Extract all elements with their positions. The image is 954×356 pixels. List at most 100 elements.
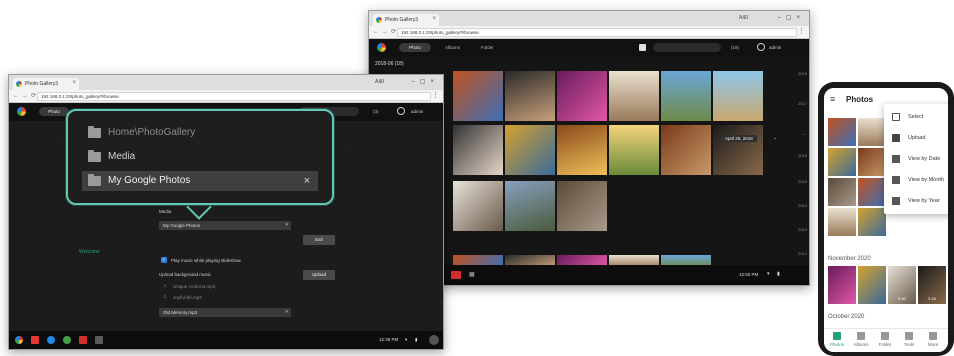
music-file-item[interactable]: Unique HAB.m4.mp3: [173, 284, 215, 289]
photo-thumbnail[interactable]: [609, 71, 659, 121]
nav-albums[interactable]: Albums: [850, 332, 872, 347]
search-input[interactable]: [653, 43, 721, 52]
photo-thumbnail[interactable]: [505, 71, 555, 121]
year-label[interactable]: 2017: [798, 101, 807, 106]
window-controls-icon[interactable]: –▢×: [777, 14, 805, 21]
photo-thumbnail[interactable]: [505, 125, 555, 175]
docs-icon[interactable]: [47, 336, 55, 344]
close-tab-icon[interactable]: ×: [432, 16, 436, 22]
date-header: 2018-06 (18): [375, 61, 404, 67]
year-label[interactable]: 2012: [798, 251, 807, 256]
drive-icon[interactable]: [63, 336, 71, 344]
chrome-icon[interactable]: [15, 336, 23, 344]
photo-thumbnail[interactable]: [557, 125, 607, 175]
music-select[interactable]: Old Memory.mp3 ▾: [159, 308, 291, 317]
grid-icon[interactable]: ▦: [469, 271, 475, 278]
nav-photo-tab[interactable]: Photo: [399, 43, 431, 52]
folder-icon: [881, 332, 889, 340]
more-icon: [929, 332, 937, 340]
photo-thumbnail[interactable]: [828, 266, 856, 304]
record-icon[interactable]: [451, 271, 461, 279]
chevron-down-icon[interactable]: ⌄: [773, 135, 777, 141]
photo-thumbnail[interactable]: [858, 118, 886, 146]
photo-thumbnail[interactable]: [557, 181, 607, 231]
url-input[interactable]: 192.168.0.1:20/photo_gallery/#/browse: [397, 28, 797, 37]
nav-photo-tab[interactable]: Photo: [39, 107, 69, 116]
wifi-icon: ▾: [767, 271, 770, 277]
title-right-text: A로I: [375, 79, 385, 85]
music-file-item[interactable]: Joyful life.mp3: [173, 295, 202, 300]
phone-title: Photos: [846, 95, 874, 104]
year-label[interactable]: 2016: [798, 153, 807, 158]
folder-option[interactable]: Home\PhotoGallery: [82, 123, 318, 143]
video-duration-badge: 5:40: [898, 296, 906, 301]
menu-item-select[interactable]: Select: [884, 108, 948, 126]
nav-tools[interactable]: Tools: [898, 332, 920, 347]
photo-thumbnail[interactable]: [858, 148, 886, 176]
menu-item-view-by-date[interactable]: View by Date: [884, 150, 948, 168]
close-tab-icon[interactable]: ×: [72, 80, 76, 86]
year-label-active[interactable]: —: [803, 131, 807, 136]
account-avatar-icon[interactable]: [429, 335, 439, 345]
photo-thumbnail[interactable]: [828, 148, 856, 176]
year-label[interactable]: 2018: [798, 71, 807, 76]
folder-option-selected[interactable]: My Google Photos ×: [82, 171, 318, 191]
photo-thumbnail[interactable]: [828, 178, 856, 206]
photo-thumbnail[interactable]: [858, 208, 886, 236]
folder-option[interactable]: Media: [82, 147, 318, 167]
user-avatar-icon[interactable]: [397, 107, 405, 115]
gmail-icon[interactable]: [31, 336, 39, 344]
exit-button[interactable]: Exit: [303, 235, 335, 245]
browser-menu-icon[interactable]: ⋮: [432, 91, 439, 99]
photo-thumbnail[interactable]: [453, 71, 503, 121]
photo-thumbnail[interactable]: [858, 178, 886, 206]
folder-select[interactable]: My Google Photos ▾: [159, 221, 291, 230]
year-scrubber[interactable]: 2018 2017 — 2016 2015 2014 2013 2012: [793, 57, 807, 265]
dot-icon: ·: [59, 141, 61, 147]
photo-thumbnail[interactable]: [828, 118, 856, 146]
menu-item-view-by-month[interactable]: View by Month: [884, 171, 948, 189]
photo-thumbnail[interactable]: [713, 125, 763, 175]
hamburger-menu-icon[interactable]: ≡: [830, 94, 835, 104]
upload-music-label: Upload background music: [159, 272, 212, 277]
year-label[interactable]: 2014: [798, 203, 807, 208]
user-avatar-icon[interactable]: [757, 43, 765, 51]
nav-more[interactable]: More: [922, 332, 944, 347]
section-header: November 2020: [828, 256, 871, 262]
year-label[interactable]: 2013: [798, 227, 807, 232]
nav-folder-tab[interactable]: Folder: [481, 45, 494, 50]
browser-tab[interactable]: Photo Gallery3 ×: [13, 78, 79, 90]
window-controls-icon[interactable]: –▢×: [411, 78, 439, 85]
year-label[interactable]: 2015: [798, 179, 807, 184]
media-field-label: Media: [159, 209, 172, 214]
photo-thumbnail[interactable]: [557, 71, 607, 121]
photo-thumbnail[interactable]: [713, 71, 763, 121]
browser-tab[interactable]: Photo Gallery3 ×: [373, 14, 439, 26]
nav-arrows-icon[interactable]: ←→⟳: [373, 28, 399, 35]
play-music-checkbox[interactable]: ✓: [161, 257, 167, 263]
browser-menu-icon[interactable]: ⋮: [798, 27, 805, 35]
photo-thumbnail[interactable]: [453, 125, 503, 175]
item-count: (3): [373, 109, 379, 114]
apps-grid-icon[interactable]: [95, 336, 103, 344]
photo-thumbnail[interactable]: [609, 125, 659, 175]
photo-thumbnail[interactable]: [453, 181, 503, 231]
url-input[interactable]: 192.168.0.1:20/photo_gallery/#/browse: [37, 92, 431, 101]
photo-thumbnail[interactable]: [505, 181, 555, 231]
youtube-icon[interactable]: [79, 336, 87, 344]
nav-arrows-icon[interactable]: ←→⟳: [13, 92, 39, 99]
photo-thumbnail[interactable]: [661, 125, 711, 175]
promo-stage: Photo Gallery3 × A로I –▢× ←→⟳ 192.168.0.1…: [0, 0, 954, 356]
nav-folder[interactable]: Folder: [874, 332, 896, 347]
upload-button[interactable]: Upload: [303, 270, 335, 280]
photo-thumbnail[interactable]: [858, 266, 886, 304]
photo-thumbnail[interactable]: [661, 71, 711, 121]
clear-icon[interactable]: ×: [304, 171, 310, 191]
photo-thumbnail[interactable]: [828, 208, 856, 236]
select-icon[interactable]: [639, 44, 646, 51]
menu-item-view-by-year[interactable]: View by Year: [884, 192, 948, 210]
chevron-down-icon: ▾: [285, 309, 288, 315]
menu-item-upload[interactable]: Upload: [884, 129, 948, 147]
nav-albums-tab[interactable]: Albums: [445, 45, 460, 50]
nav-photos[interactable]: Photos: [826, 332, 848, 347]
